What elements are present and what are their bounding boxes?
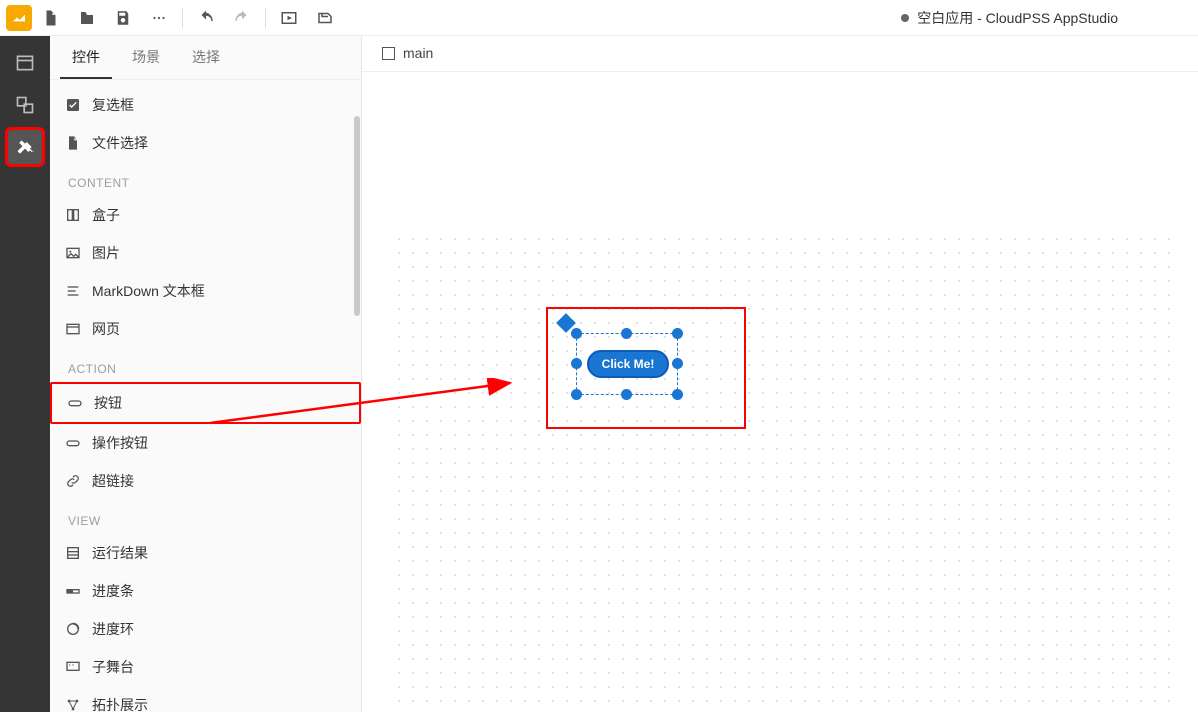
resize-handle-br[interactable] bbox=[672, 389, 683, 400]
widget-progress-ring[interactable]: 进度环 bbox=[50, 610, 361, 648]
resize-handle-tm[interactable] bbox=[621, 328, 632, 339]
button-instance[interactable]: Click Me! bbox=[587, 350, 669, 378]
rail-widgets-icon[interactable] bbox=[8, 130, 42, 164]
design-canvas[interactable] bbox=[392, 232, 1182, 712]
widget-markdown[interactable]: MarkDown 文本框 bbox=[50, 272, 361, 310]
widget-button[interactable]: 按钮 bbox=[50, 382, 361, 424]
activity-bar bbox=[0, 36, 50, 712]
resize-handle-ml[interactable] bbox=[571, 358, 582, 369]
main-area: main bbox=[362, 36, 1198, 712]
preview-icon[interactable] bbox=[272, 1, 306, 35]
tab-select[interactable]: 选择 bbox=[180, 37, 232, 79]
page-icon bbox=[382, 47, 395, 60]
widget-box[interactable]: 盒子 bbox=[50, 196, 361, 234]
open-folder-icon[interactable] bbox=[70, 1, 104, 35]
group-content: CONTENT bbox=[50, 162, 361, 196]
resize-handle-bm[interactable] bbox=[621, 389, 632, 400]
resize-handle-mr[interactable] bbox=[672, 358, 683, 369]
result-icon bbox=[64, 544, 82, 562]
widget-webpage[interactable]: 网页 bbox=[50, 310, 361, 348]
progress-icon bbox=[64, 582, 82, 600]
checkbox-icon bbox=[64, 96, 82, 114]
widget-image[interactable]: 图片 bbox=[50, 234, 361, 272]
button-icon bbox=[64, 434, 82, 452]
scrollbar-thumb[interactable] bbox=[354, 116, 360, 316]
ring-icon bbox=[64, 620, 82, 638]
run-icon[interactable] bbox=[308, 1, 342, 35]
more-menu-icon[interactable] bbox=[142, 1, 176, 35]
title-text: 空白应用 - CloudPSS AppStudio bbox=[917, 8, 1118, 28]
widget-checkbox[interactable]: 复选框 bbox=[50, 86, 361, 124]
document-tabs: main bbox=[362, 36, 1198, 72]
redo-icon[interactable] bbox=[225, 1, 259, 35]
topo-icon bbox=[64, 696, 82, 712]
widget-hyperlink[interactable]: 超链接 bbox=[50, 462, 361, 500]
window-title: 空白应用 - CloudPSS AppStudio bbox=[901, 8, 1198, 28]
tab-main[interactable]: main bbox=[368, 37, 447, 71]
group-action: ACTION bbox=[50, 348, 361, 382]
widget-progress-bar[interactable]: 进度条 bbox=[50, 572, 361, 610]
group-view: VIEW bbox=[50, 500, 361, 534]
widget-topology[interactable]: 拓扑展示 bbox=[50, 686, 361, 712]
widget-list: 复选框 文件选择 CONTENT 盒子 图片 MarkDown 文本框 网页 A… bbox=[50, 80, 361, 712]
tab-widgets[interactable]: 控件 bbox=[60, 37, 112, 79]
title-bar: 空白应用 - CloudPSS AppStudio bbox=[0, 0, 1198, 36]
new-file-icon[interactable] bbox=[34, 1, 68, 35]
tab-scenes[interactable]: 场景 bbox=[120, 37, 172, 79]
widget-file-select[interactable]: 文件选择 bbox=[50, 124, 361, 162]
link-icon bbox=[64, 472, 82, 490]
markdown-icon bbox=[64, 282, 82, 300]
webpage-icon bbox=[64, 320, 82, 338]
resize-handle-tl[interactable] bbox=[571, 328, 582, 339]
undo-icon[interactable] bbox=[189, 1, 223, 35]
widget-action-button[interactable]: 操作按钮 bbox=[50, 424, 361, 462]
resize-handle-tr[interactable] bbox=[672, 328, 683, 339]
app-logo bbox=[6, 5, 32, 31]
modified-dot-icon bbox=[901, 14, 909, 22]
widget-result[interactable]: 运行结果 bbox=[50, 534, 361, 572]
rail-pages-icon[interactable] bbox=[8, 46, 42, 80]
selected-widget[interactable]: Click Me! bbox=[576, 333, 678, 395]
save-icon[interactable] bbox=[106, 1, 140, 35]
image-icon bbox=[64, 244, 82, 262]
widget-panel: 控件 场景 选择 复选框 文件选择 CONTENT 盒子 图片 MarkDown… bbox=[50, 36, 362, 712]
widget-sub-stage[interactable]: 子舞台 bbox=[50, 648, 361, 686]
file-icon bbox=[64, 134, 82, 152]
box-icon bbox=[64, 206, 82, 224]
button-icon bbox=[66, 394, 84, 412]
side-tabs: 控件 场景 选择 bbox=[50, 36, 361, 80]
resize-handle-bl[interactable] bbox=[571, 389, 582, 400]
rail-assets-icon[interactable] bbox=[8, 88, 42, 122]
stage-icon bbox=[64, 658, 82, 676]
